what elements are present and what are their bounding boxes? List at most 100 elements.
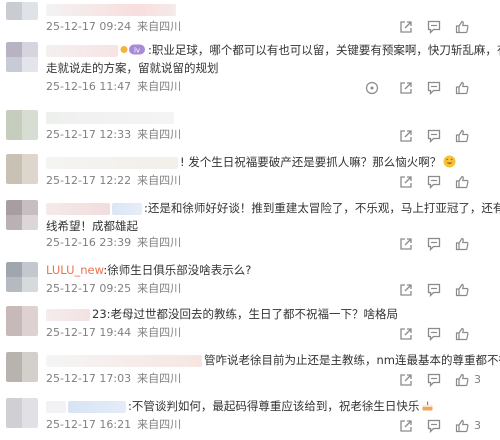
comment-icon[interactable] [426, 282, 442, 298]
svg-text:lv: lv [134, 47, 140, 55]
redacted-username [46, 401, 66, 413]
share-icon[interactable] [398, 174, 414, 190]
comment-icon[interactable] [426, 174, 442, 190]
avatar[interactable] [6, 2, 38, 20]
comment-meta: 25-12-17 12:22 来自四川 [46, 174, 181, 188]
comment-meta: 25-12-17 09:25 来自四川 [46, 282, 181, 296]
like-count: 3 [474, 419, 481, 432]
thumbs-up-icon[interactable] [454, 418, 470, 434]
comment-source: 来自四川 [137, 80, 182, 93]
comment-time: 25-12-17 12:22 [46, 174, 132, 187]
comment-icon[interactable] [426, 372, 442, 388]
comment-text-line1: :不管谈判如何，最起码得尊重应该给到，祝老徐生日快乐 [128, 399, 420, 413]
comment-actions [365, 80, 498, 96]
comment-actions [390, 19, 498, 35]
avatar[interactable] [6, 398, 38, 428]
comment-icon[interactable] [426, 236, 442, 252]
comment-time: 25-12-17 09:25 [46, 282, 132, 295]
comment-time: 25-12-17 09:24 [46, 20, 132, 33]
redacted-username [112, 203, 142, 215]
comment-text-line1: 管咋说老徐目前为止还是主教练，nm连最基本的尊重都不得 [204, 353, 500, 367]
cake-emoji-icon [422, 401, 433, 411]
thumbs-up-icon[interactable] [454, 372, 470, 388]
redacted-username [68, 401, 126, 413]
avatar[interactable] [6, 200, 38, 230]
thumbs-up-icon[interactable] [454, 282, 470, 298]
share-icon[interactable] [398, 236, 414, 252]
comment-text: LULU_new:徐师生日俱乐部没啥表示么? [46, 262, 494, 279]
comment-meta: 25-12-17 16:21 来自四川 [46, 418, 181, 432]
comment-username[interactable]: LULU_new [46, 263, 103, 277]
comment-time: 25-12-17 12:33 [46, 128, 132, 141]
redacted-username [46, 45, 118, 57]
comment-source: 来自四川 [137, 326, 182, 339]
comment-icon[interactable] [426, 128, 442, 144]
comment-meta: 25-12-17 17:03 来自四川 [46, 372, 181, 386]
comment-text-line1: ! 发个生日祝福要破产还是要抓人嘛？那么恼火啊？ [180, 155, 442, 169]
more-icon[interactable] [364, 80, 379, 96]
vip-badge-icon: lv [120, 44, 145, 55]
avatar[interactable] [6, 352, 38, 382]
comment-icon[interactable] [426, 19, 442, 35]
comment-meta: 25-12-16 23:39 来自四川 [46, 236, 181, 250]
redacted-username [46, 355, 202, 367]
comment-time: 25-12-17 17:03 [46, 372, 132, 385]
redacted-username [46, 157, 178, 169]
comment-text-line2: 走就说走的方案，留就说留的规划 [46, 61, 219, 75]
share-icon[interactable] [398, 80, 414, 96]
comment-source: 来自四川 [137, 372, 182, 385]
comment-time: 25-12-17 16:21 [46, 418, 132, 431]
comment-source: 来自四川 [137, 236, 182, 249]
comment-actions: 3 [390, 372, 498, 388]
redacted-username [46, 112, 174, 124]
share-icon[interactable] [398, 19, 414, 35]
share-icon[interactable] [398, 128, 414, 144]
avatar[interactable] [6, 110, 38, 140]
avatar[interactable] [6, 154, 38, 184]
thumbs-up-icon[interactable] [454, 19, 470, 35]
laughing-emoji-icon [443, 155, 456, 168]
comment-text-line1: 23:老母过世都没回去的教练，生日了都不祝福一下？啥格局 [92, 307, 399, 321]
comment-source: 来自四川 [137, 128, 182, 141]
like-count: 3 [474, 373, 481, 386]
comment-time: 25-12-16 23:39 [46, 236, 132, 249]
share-icon[interactable] [398, 326, 414, 342]
redacted-username [46, 203, 110, 215]
comment-text: :不管谈判如何，最起码得尊重应该给到，祝老徐生日快乐 [128, 398, 494, 415]
comment-source: 来自四川 [137, 418, 182, 431]
share-icon[interactable] [398, 282, 414, 298]
redacted-username [46, 4, 176, 16]
share-icon[interactable] [398, 418, 414, 434]
comment-meta: 25-12-16 11:47 来自四川 [46, 80, 181, 94]
comment-meta: 25-12-17 19:44 来自四川 [46, 326, 181, 340]
comment-actions [390, 174, 498, 190]
comment-meta: 25-12-17 12:33 来自四川 [46, 128, 181, 142]
comment-time: 25-12-17 19:44 [46, 326, 132, 339]
avatar[interactable] [6, 262, 38, 292]
share-icon[interactable] [398, 372, 414, 388]
comment-text: ! 发个生日祝福要破产还是要抓人嘛？那么恼火啊？ [180, 154, 494, 171]
comment-text-line1: :徐师生日俱乐部没啥表示么? [103, 263, 252, 277]
thumbs-up-icon[interactable] [454, 174, 470, 190]
comment-text-line2: 线希望！成都雄起 [46, 219, 138, 233]
comment-actions [390, 282, 498, 298]
comment-meta: 25-12-17 09:24 来自四川 [46, 20, 181, 34]
comment-text-line1: :还是和徐师好好谈！推到重建太冒险了，不乐观，马上打亚冠了，还有出 [144, 201, 500, 215]
thumbs-up-icon[interactable] [454, 128, 470, 144]
avatar[interactable] [6, 42, 38, 72]
avatar[interactable] [6, 306, 38, 336]
comment-icon[interactable] [426, 418, 442, 434]
comment-source: 来自四川 [137, 282, 182, 295]
comment-actions: 3 [390, 418, 498, 434]
comment-source: 来自四川 [137, 20, 182, 33]
comment-actions [390, 236, 498, 252]
comment-icon[interactable] [426, 80, 442, 96]
thumbs-up-icon[interactable] [454, 80, 470, 96]
thumbs-up-icon[interactable] [454, 326, 470, 342]
redacted-username [46, 309, 90, 321]
comment-actions [390, 326, 498, 342]
thumbs-up-icon[interactable] [454, 236, 470, 252]
comment-actions [390, 128, 498, 144]
comment-icon[interactable] [426, 326, 442, 342]
comment-text-line1: :职业足球，哪个都可以有也可以留，关键要有预案啊，快刀斩乱麻，有 [148, 43, 500, 57]
